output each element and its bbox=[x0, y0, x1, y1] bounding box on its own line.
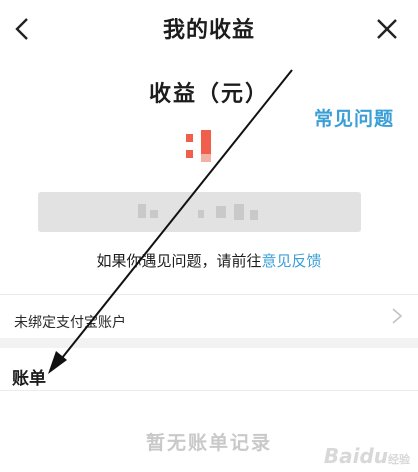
watermark-sub: 经验 bbox=[388, 453, 410, 466]
divider bbox=[0, 390, 418, 391]
watermark-text: Baidu bbox=[323, 444, 388, 468]
section-gap bbox=[0, 338, 418, 348]
close-icon bbox=[377, 19, 397, 39]
bind-alipay-row[interactable]: 未绑定支付宝账户 bbox=[0, 295, 418, 339]
feedback-hint-text: 如果你遇见问题，请前往 bbox=[96, 252, 262, 270]
bind-alipay-label: 未绑定支付宝账户 bbox=[14, 315, 126, 331]
feedback-hint: 如果你遇见问题，请前往意见反馈 bbox=[0, 250, 418, 271]
feedback-link[interactable]: 意见反馈 bbox=[262, 252, 322, 270]
earnings-amount-pixelated bbox=[184, 130, 218, 164]
watermark: Baidu经验 bbox=[324, 444, 410, 468]
annotation-arrow bbox=[48, 69, 293, 374]
faq-link[interactable]: 常见问题 bbox=[314, 104, 394, 131]
masked-account-bar bbox=[38, 192, 361, 232]
bill-section-title: 账单 bbox=[12, 369, 46, 389]
close-button[interactable] bbox=[374, 16, 400, 42]
chevron-right-icon bbox=[392, 308, 403, 324]
page-title: 我的收益 bbox=[162, 17, 255, 43]
